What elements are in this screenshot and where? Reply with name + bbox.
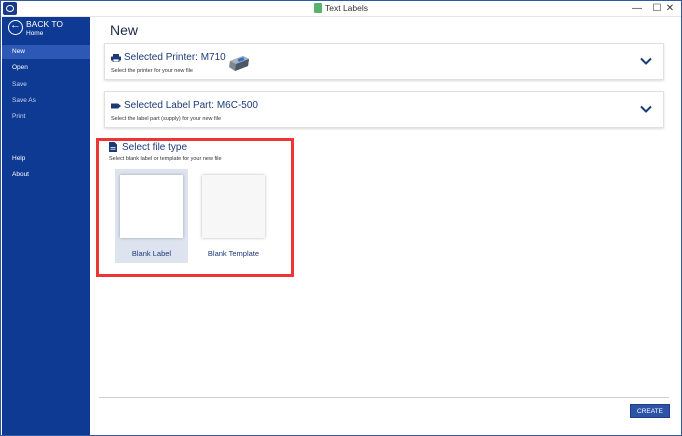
sidebar-item-new[interactable]: New <box>2 45 90 59</box>
sidebar: BACK TO Home New Open Save Save As Print… <box>2 17 90 435</box>
close-button[interactable]: ✕ <box>659 1 681 16</box>
app-window: Text Labels — ☐ ✕ BACK TO Home New Open … <box>0 0 682 436</box>
sidebar-item-save[interactable]: Save <box>2 78 90 92</box>
blank-template-caption: Blank Template <box>207 249 260 258</box>
printer-card-title: Selected Printer: M710 <box>124 52 226 63</box>
blank-label-option[interactable]: Blank Label <box>115 169 188 263</box>
sidebar-item-help[interactable]: Help <box>2 152 90 166</box>
blank-label-preview <box>120 175 183 238</box>
printer-device-image <box>229 56 249 71</box>
label-part-card-subtitle: Select the label part (supply) for your … <box>111 116 222 122</box>
label-part-card[interactable]: Selected Label Part: M6C-500 Select the … <box>104 91 664 128</box>
printer-card[interactable]: Selected Printer: M710 Select the printe… <box>104 43 664 80</box>
back-arrow-icon <box>8 19 23 35</box>
sidebar-item-save-as[interactable]: Save As <box>2 94 90 108</box>
sidebar-item-open[interactable]: Open <box>2 61 90 75</box>
blank-label-caption: Blank Label <box>131 249 172 258</box>
window-title: Text Labels <box>1 3 681 13</box>
page-title: New <box>110 22 139 38</box>
back-to-home-button[interactable]: BACK TO Home <box>8 19 88 41</box>
create-button[interactable]: CREATE <box>630 404 670 418</box>
blank-template-option[interactable]: Blank Template <box>197 169 270 263</box>
sidebar-item-print[interactable]: Print <box>2 110 90 124</box>
label-part-card-title: Selected Label Part: M6C-500 <box>124 100 258 111</box>
chevron-down-icon[interactable] <box>639 54 653 68</box>
label-part-icon <box>111 103 121 109</box>
back-sub-label: Home <box>26 30 44 37</box>
printer-icon <box>111 54 121 62</box>
window-title-text: Text Labels <box>325 3 368 13</box>
file-type-title: Select file type <box>122 142 188 153</box>
file-type-subtitle: Select blank label or template for your … <box>109 156 222 162</box>
printer-card-subtitle: Select the printer for your new file <box>111 68 193 74</box>
back-label: BACK TO <box>26 19 64 29</box>
title-bar: Text Labels — ☐ ✕ <box>1 1 681 17</box>
sidebar-item-about[interactable]: About <box>2 168 90 182</box>
minimize-button[interactable]: — <box>626 1 648 16</box>
document-icon <box>314 3 322 13</box>
chevron-down-icon[interactable] <box>639 102 653 116</box>
footer-divider <box>99 397 669 398</box>
blank-template-preview <box>202 175 265 238</box>
file-icon <box>109 142 117 152</box>
